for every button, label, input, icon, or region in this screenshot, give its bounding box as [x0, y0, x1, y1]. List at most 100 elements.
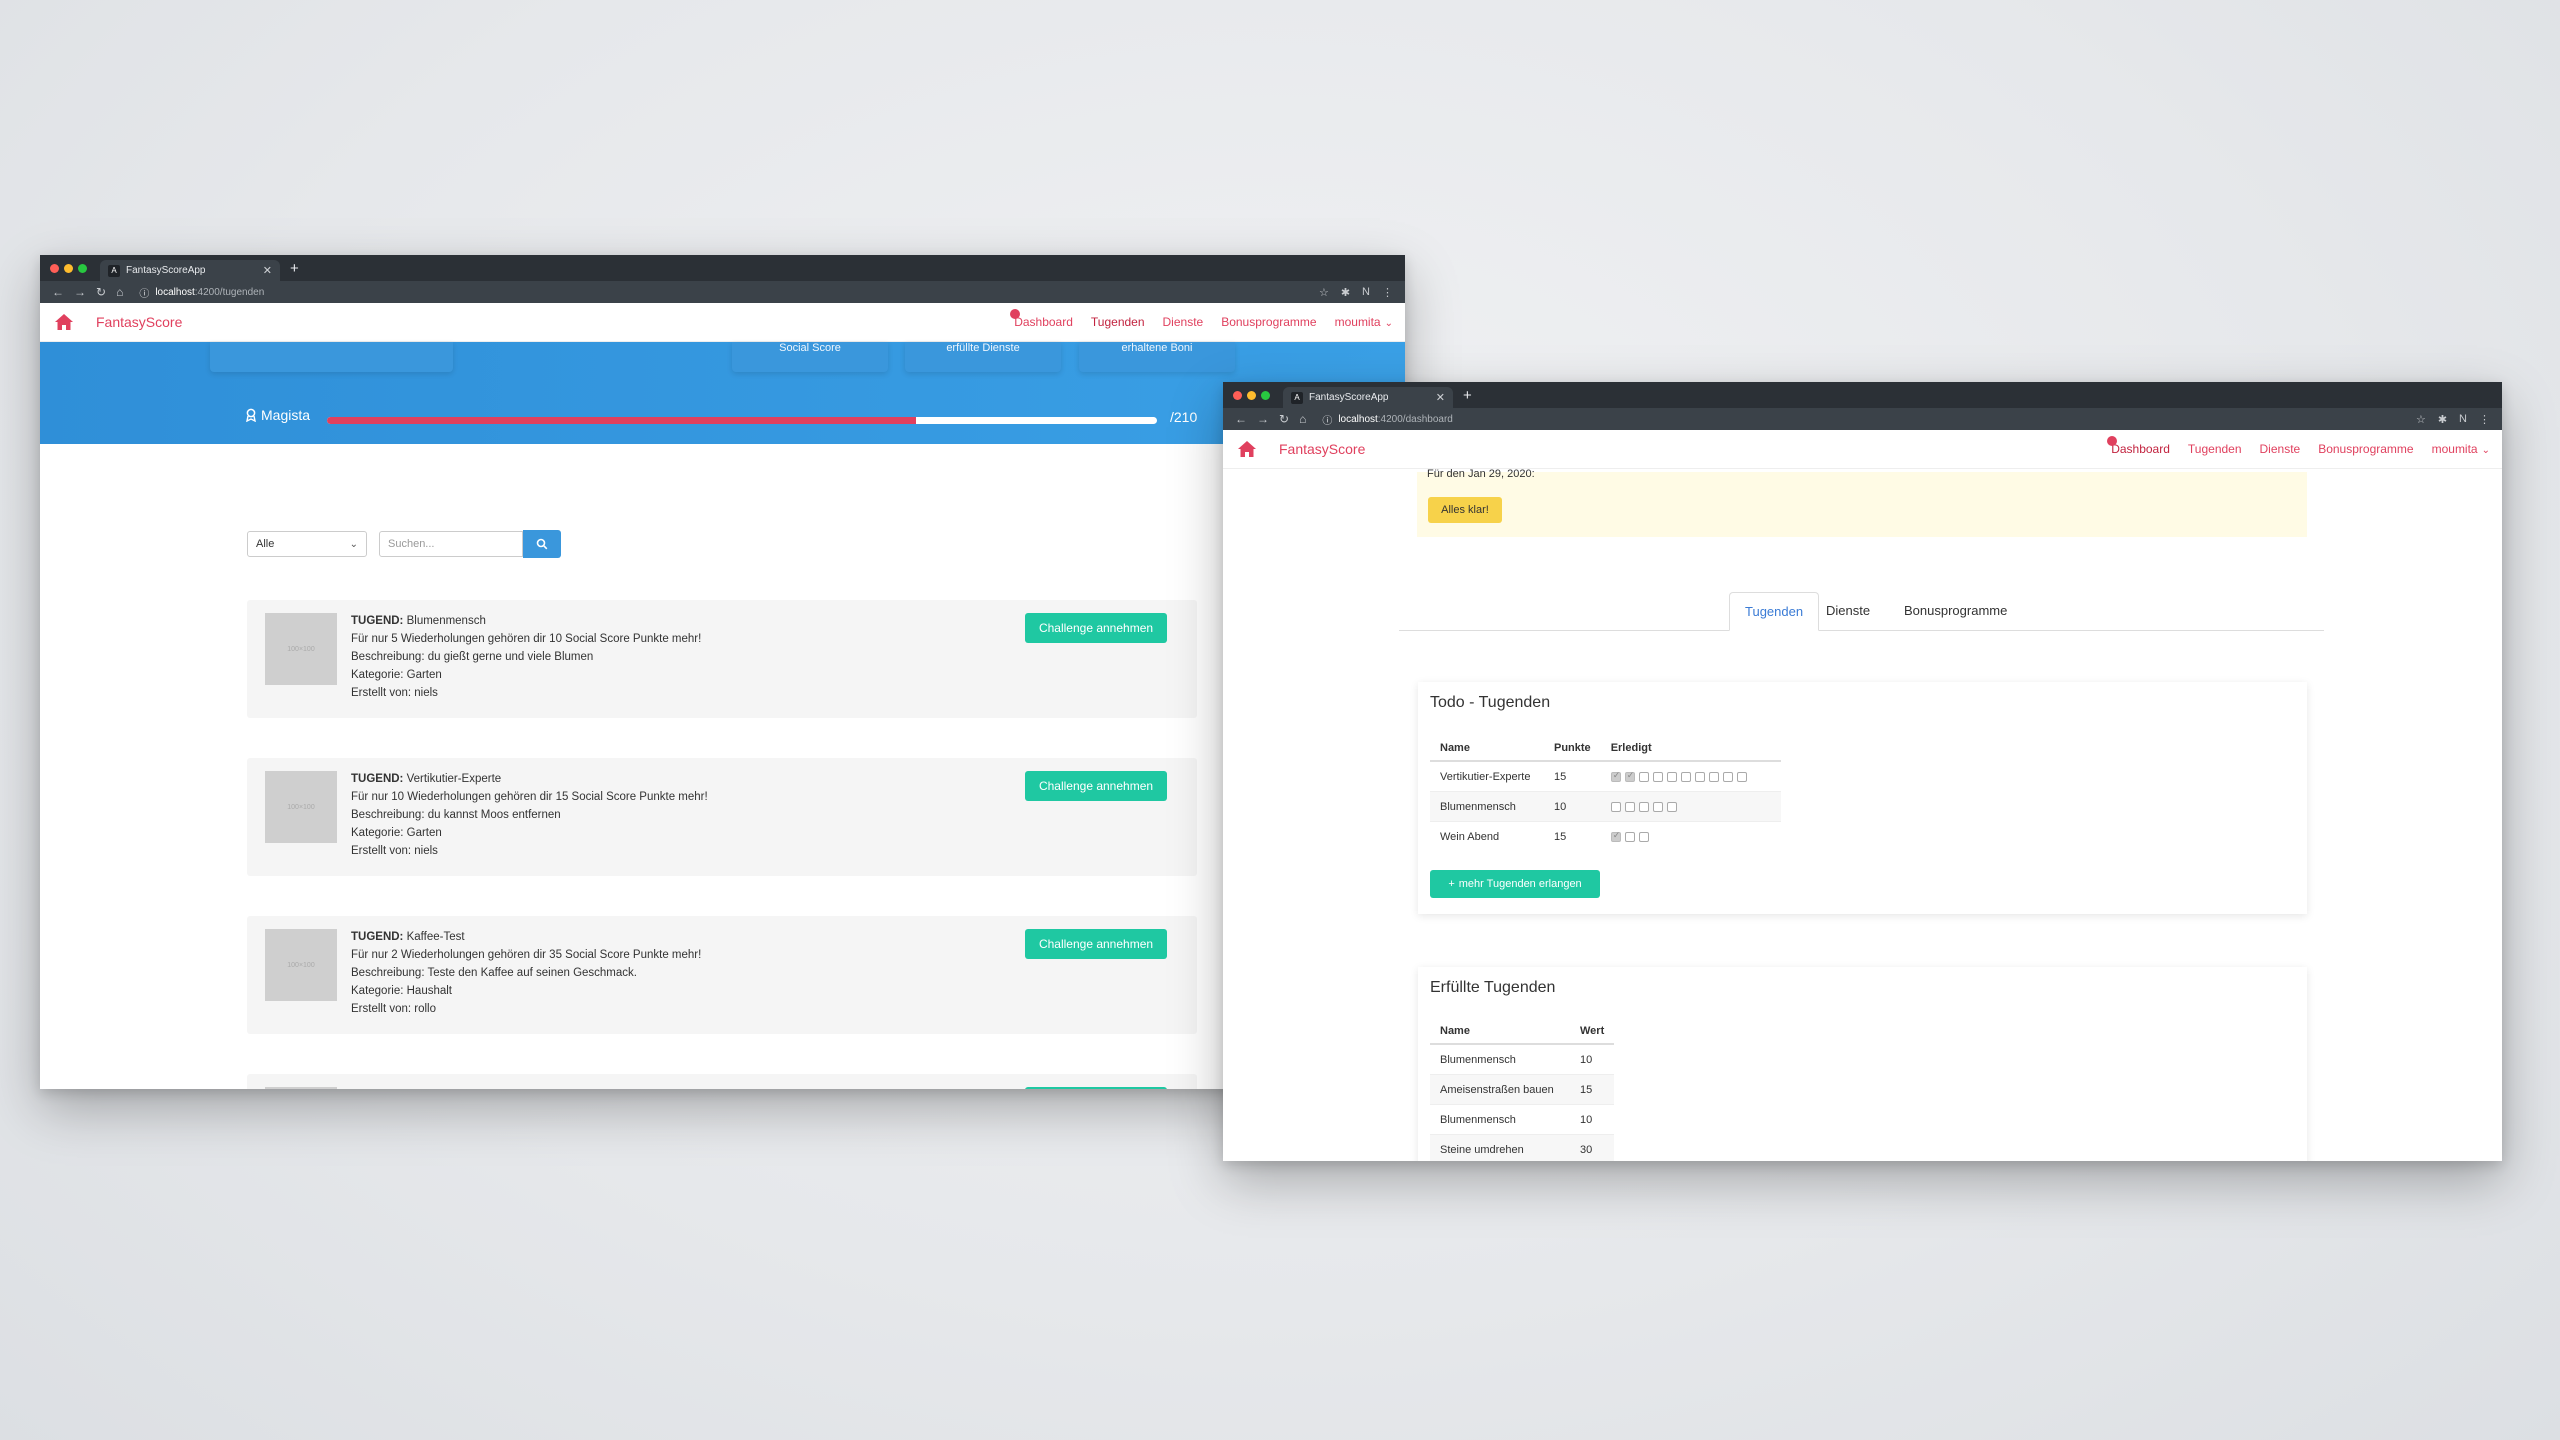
- search-button[interactable]: [523, 530, 561, 558]
- category-select[interactable]: Alle ⌄: [247, 531, 367, 557]
- new-tab-icon[interactable]: +: [1463, 387, 1472, 404]
- search-input[interactable]: Suchen...: [379, 531, 523, 557]
- checkbox[interactable]: [1722, 771, 1733, 782]
- close-tab-icon[interactable]: ✕: [1436, 391, 1445, 404]
- user-menu[interactable]: moumita ⌄: [2432, 442, 2490, 456]
- checkbox[interactable]: [1666, 801, 1677, 812]
- challenge-button[interactable]: Challenge annehmen: [1025, 929, 1167, 959]
- checkbox[interactable]: [1638, 801, 1649, 812]
- url-path: :4200/dashboard: [1377, 413, 1453, 425]
- checkbox[interactable]: [1680, 771, 1691, 782]
- alles-klar-button[interactable]: Alles klar!: [1428, 497, 1502, 523]
- nav-bonusprogramme[interactable]: Bonusprogramme: [1221, 315, 1316, 329]
- close-window-button[interactable]: [50, 264, 59, 273]
- nav-dashboard[interactable]: Dashboard: [2107, 436, 2170, 456]
- back-icon[interactable]: ←: [1235, 412, 1247, 426]
- plus-icon: +: [1448, 878, 1455, 890]
- dashboard-tabs: Tugenden Dienste Bonusprogramme: [1399, 592, 2324, 631]
- checkbox[interactable]: [1694, 771, 1705, 782]
- close-window-button[interactable]: [1233, 391, 1242, 400]
- checkbox[interactable]: [1638, 771, 1649, 782]
- reload-icon[interactable]: ↻: [1279, 412, 1289, 426]
- score-header: Social Score erfüllte Dienste erhaltene …: [40, 342, 1405, 444]
- menu-dots-icon[interactable]: ⋮: [2479, 413, 2490, 426]
- menu-dots-icon[interactable]: ⋮: [1382, 286, 1393, 299]
- todo-panel: Todo - Tugenden Name Punkte Erledigt Ver…: [1418, 682, 2307, 914]
- url-field[interactable]: ⓘ localhost:4200/dashboard: [1322, 412, 1453, 427]
- checkbox[interactable]: [1624, 831, 1635, 842]
- nav-tugenden[interactable]: Tugenden: [1091, 315, 1145, 329]
- col-name: Name: [1430, 1017, 1570, 1045]
- table-row: Blumenmensch 10: [1430, 1043, 1615, 1075]
- fulfilled-panel: Erfüllte Tugenden Name Wert Blumenmensch…: [1418, 967, 2307, 1161]
- challenge-button[interactable]: [1025, 1087, 1167, 1089]
- daily-alert: Für den Jan 29, 2020: Alles klar!: [1417, 468, 2307, 537]
- chevron-down-icon: ⌄: [1384, 318, 1393, 329]
- checkbox[interactable]: [1610, 770, 1621, 782]
- checkbox[interactable]: [1610, 830, 1621, 842]
- extensions-icon[interactable]: ✱: [1341, 286, 1350, 299]
- challenge-button[interactable]: Challenge annehmen: [1025, 771, 1167, 801]
- home-nav-icon[interactable]: ⌂: [116, 285, 123, 299]
- table-row: Blumenmensch 10: [1430, 1104, 1615, 1135]
- tab-title: FantasyScoreApp: [126, 265, 206, 276]
- checkbox[interactable]: [1638, 831, 1649, 842]
- tab-dienste[interactable]: Dienste: [1811, 592, 1885, 629]
- browser-tab[interactable]: A FantasyScoreApp ✕: [100, 260, 280, 281]
- item-thumbnail: 100×100: [265, 929, 337, 1001]
- progress-checkboxes[interactable]: [1600, 791, 1781, 822]
- browser-tab[interactable]: A FantasyScoreApp ✕: [1283, 387, 1453, 408]
- progress-checkboxes[interactable]: [1600, 760, 1781, 792]
- home-nav-icon[interactable]: ⌂: [1299, 412, 1306, 426]
- tab-bar: A FantasyScoreApp ✕ +: [1223, 382, 2502, 408]
- user-menu[interactable]: moumita ⌄: [1335, 315, 1393, 329]
- minimize-window-button[interactable]: [64, 264, 73, 273]
- home-icon[interactable]: [1237, 439, 1257, 459]
- checkbox[interactable]: [1652, 771, 1663, 782]
- checkbox[interactable]: [1652, 801, 1663, 812]
- checkbox[interactable]: [1666, 771, 1677, 782]
- home-icon[interactable]: [54, 312, 74, 332]
- checkbox[interactable]: [1708, 771, 1719, 782]
- url-path: :4200/tugenden: [194, 286, 265, 298]
- nav-dienste[interactable]: Dienste: [1163, 315, 1204, 329]
- progress-checkboxes[interactable]: [1600, 821, 1781, 851]
- back-icon[interactable]: ←: [52, 285, 64, 299]
- maximize-window-button[interactable]: [78, 264, 87, 273]
- table-row: Blumenmensch 10: [1430, 791, 1781, 822]
- challenge-button[interactable]: Challenge annehmen: [1025, 613, 1167, 643]
- more-tugenden-button[interactable]: + mehr Tugenden erlangen: [1430, 870, 1600, 898]
- nav-tugenden[interactable]: Tugenden: [2188, 442, 2242, 456]
- fulfilled-table: Name Wert Blumenmensch 10 Ameisenstraßen …: [1430, 1017, 1615, 1161]
- extensions-icon[interactable]: ✱: [2438, 413, 2447, 426]
- new-tab-icon[interactable]: +: [290, 260, 299, 277]
- item-name: Blumenmensch: [406, 615, 486, 627]
- table-row: Ameisenstraßen bauen 15: [1430, 1074, 1615, 1105]
- app-brand[interactable]: FantasyScore: [1279, 441, 1365, 457]
- bookmark-star-icon[interactable]: ☆: [1319, 286, 1329, 299]
- nav-dienste[interactable]: Dienste: [2260, 442, 2301, 456]
- info-icon[interactable]: ⓘ: [139, 285, 149, 300]
- tab-bonusprogramme[interactable]: Bonusprogramme: [1889, 592, 2022, 629]
- info-icon[interactable]: ⓘ: [1322, 412, 1332, 427]
- checkbox[interactable]: [1624, 770, 1635, 782]
- checkbox[interactable]: [1624, 801, 1635, 812]
- maximize-window-button[interactable]: [1261, 391, 1270, 400]
- url-field[interactable]: ⓘ localhost:4200/tugenden: [139, 285, 264, 300]
- app-brand[interactable]: FantasyScore: [96, 314, 182, 330]
- list-item: 100×100 TUGEND: Vertikutier-Experte Für …: [247, 758, 1197, 876]
- checkbox[interactable]: [1736, 771, 1747, 782]
- profile-avatar[interactable]: N: [2459, 413, 2467, 426]
- nav-bonusprogramme[interactable]: Bonusprogramme: [2318, 442, 2413, 456]
- forward-icon[interactable]: →: [74, 285, 86, 299]
- forward-icon[interactable]: →: [1257, 412, 1269, 426]
- stat-card-social-score: Social Score: [732, 342, 888, 372]
- tab-tugenden[interactable]: Tugenden: [1729, 592, 1820, 631]
- profile-avatar[interactable]: N: [1362, 286, 1370, 299]
- nav-dashboard[interactable]: Dashboard: [1010, 309, 1073, 329]
- bookmark-star-icon[interactable]: ☆: [2416, 413, 2426, 426]
- minimize-window-button[interactable]: [1247, 391, 1256, 400]
- checkbox[interactable]: [1610, 801, 1621, 812]
- reload-icon[interactable]: ↻: [96, 285, 106, 299]
- close-tab-icon[interactable]: ✕: [263, 264, 272, 277]
